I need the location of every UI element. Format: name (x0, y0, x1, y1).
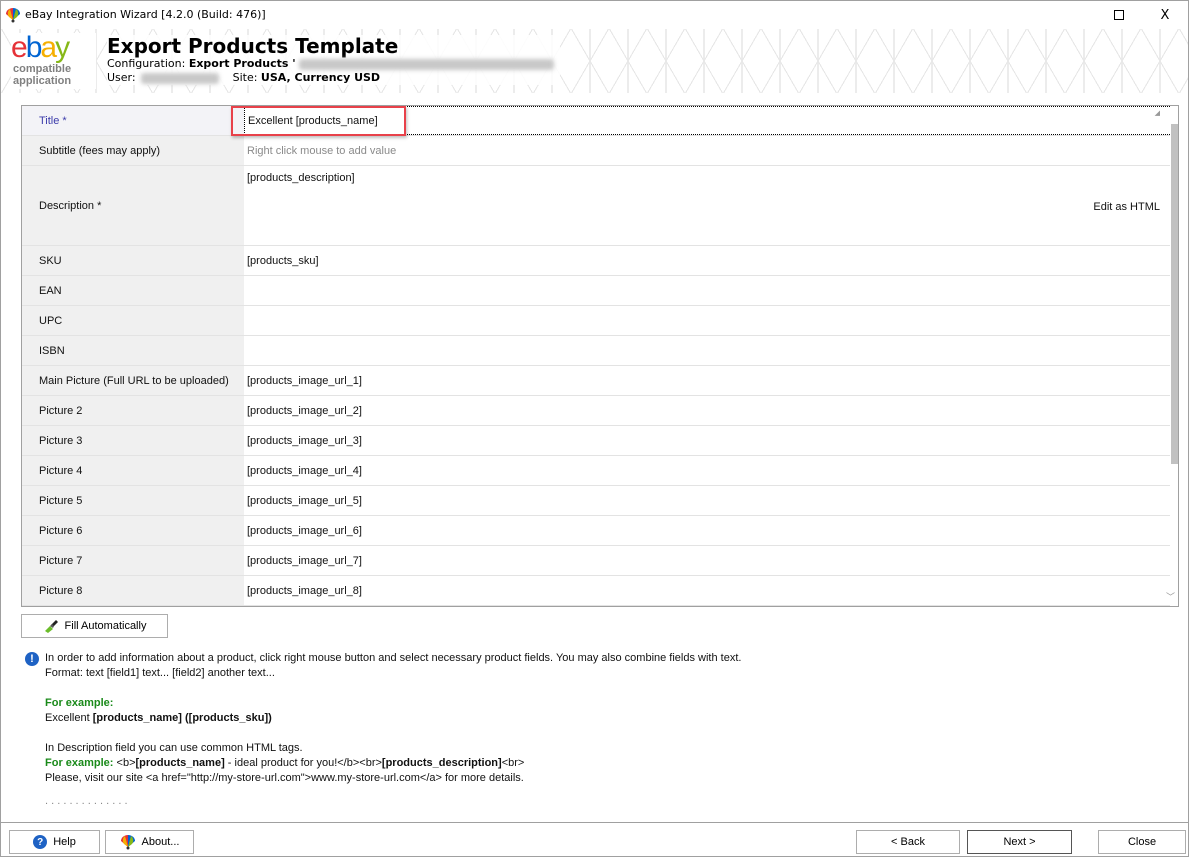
row-label: Main Picture (Full URL to be uploaded) (22, 366, 244, 395)
picture-8-field[interactable]: [products_image_url_8] (244, 576, 1172, 605)
row-label: Subtitle (fees may apply) (22, 136, 244, 165)
grid-row-upc[interactable]: UPC (22, 306, 1172, 336)
subtitle-field[interactable]: Right click mouse to add value (244, 136, 1172, 165)
paint-brush-icon (44, 620, 58, 633)
page-header: ebay compatible application Export Produ… (1, 29, 1188, 93)
redacted-configuration (299, 58, 555, 70)
picture-6-field[interactable]: [products_image_url_6] (244, 516, 1172, 545)
row-label: Picture 8 (22, 576, 244, 605)
truncated-line: . . . . . . . . . . . . . . (45, 795, 128, 806)
about-button[interactable]: About... (105, 830, 194, 854)
picture-2-field[interactable]: [products_image_url_2] (244, 396, 1172, 425)
fill-automatically-button[interactable]: Fill Automatically (21, 614, 168, 638)
main-picture-field[interactable]: [products_image_url_1] (244, 366, 1172, 395)
grid-row-picture-5[interactable]: Picture 5 [products_image_url_5] (22, 486, 1172, 516)
chevron-down-icon[interactable]: ﹀ (1166, 590, 1175, 603)
ean-field[interactable] (244, 276, 1172, 305)
sku-field[interactable]: [products_sku] (244, 246, 1172, 275)
grid-row-isbn[interactable]: ISBN (22, 336, 1172, 366)
isbn-field[interactable] (244, 336, 1172, 365)
back-button[interactable]: < Back (856, 830, 960, 854)
row-label: UPC (22, 306, 244, 335)
app-balloon-icon (120, 835, 135, 850)
title-bar: eBay Integration Wizard [4.2.0 (Build: 4… (1, 1, 1188, 29)
description-field[interactable]: [products_description] (244, 166, 1172, 245)
question-icon: ? (33, 835, 48, 849)
grid-row-picture-7[interactable]: Picture 7 [products_image_url_7] (22, 546, 1172, 576)
maximize-icon (1114, 10, 1124, 20)
row-label: Title * (22, 106, 244, 135)
row-label: ISBN (22, 336, 244, 365)
row-label: Picture 3 (22, 426, 244, 455)
picture-7-field[interactable]: [products_image_url_7] (244, 546, 1172, 575)
row-label: Picture 4 (22, 456, 244, 485)
grid-scrollbar[interactable]: ﹀ (1166, 106, 1178, 606)
window-title: eBay Integration Wizard [4.2.0 (Build: 4… (25, 8, 266, 21)
help-info-panel: ! In order to add information about a pr… (23, 651, 1173, 806)
configuration-value: Export Products ' (188, 57, 296, 70)
example-2-line-2: Please, visit our site <a href="http://m… (45, 772, 524, 784)
row-label: EAN (22, 276, 244, 305)
picture-3-field[interactable]: [products_image_url_3] (244, 426, 1172, 455)
grid-row-description[interactable]: Description * [products_description] Edi… (22, 166, 1172, 246)
logo-subtitle-1: compatible (13, 63, 72, 75)
site-value: USA, Currency USD (260, 71, 381, 84)
next-button[interactable]: Next > (967, 830, 1072, 854)
grid-row-subtitle[interactable]: Subtitle (fees may apply) Right click mo… (22, 136, 1172, 166)
footer-divider (1, 822, 1188, 823)
grid-row-picture-2[interactable]: Picture 2 [products_image_url_2] (22, 396, 1172, 426)
configuration-line: Configuration: Export Products ' (107, 57, 555, 71)
row-label: Picture 2 (22, 396, 244, 425)
ebay-logo-icon: ebay (11, 31, 70, 64)
grid-row-ean[interactable]: EAN (22, 276, 1172, 306)
title-field[interactable]: Excellent [products_name] (244, 106, 1172, 135)
row-label: Picture 7 (22, 546, 244, 575)
logo-subtitle-2: application (13, 75, 72, 87)
help-button[interactable]: ? Help (9, 830, 100, 854)
row-label: Picture 6 (22, 516, 244, 545)
info-line-2: Format: text [field1] text... [field2] a… (45, 667, 275, 679)
maximize-button[interactable] (1096, 1, 1142, 29)
ebay-compatible-logo: ebay compatible application (11, 33, 96, 89)
row-label: Picture 5 (22, 486, 244, 515)
grid-row-picture-6[interactable]: Picture 6 [products_image_url_6] (22, 516, 1172, 546)
example-2: For example: <b>[products_name] - ideal … (45, 757, 525, 769)
about-label: About... (141, 836, 180, 848)
info-line-1: In order to add information about a prod… (45, 652, 742, 664)
fill-automatically-label: Fill Automatically (64, 620, 147, 632)
grid-row-picture-3[interactable]: Picture 3 [products_image_url_3] (22, 426, 1172, 456)
scrollbar-thumb[interactable] (1171, 124, 1178, 464)
grid-row-main-picture[interactable]: Main Picture (Full URL to be uploaded) [… (22, 366, 1172, 396)
user-label: User: (107, 71, 136, 84)
edit-as-html-link[interactable]: Edit as HTML (1093, 201, 1160, 213)
grid-row-sku[interactable]: SKU [products_sku] (22, 246, 1172, 276)
app-balloon-icon (6, 8, 20, 23)
picture-5-field[interactable]: [products_image_url_5] (244, 486, 1172, 515)
grid-row-title[interactable]: Title * Excellent [products_name] ◢ (22, 106, 1172, 136)
close-window-button[interactable]: X (1142, 1, 1188, 29)
grid-row-picture-4[interactable]: Picture 4 [products_image_url_4] (22, 456, 1172, 486)
info-icon: ! (25, 652, 39, 666)
template-property-grid: Title * Excellent [products_name] ◢ Subt… (21, 105, 1179, 607)
help-label: Help (53, 836, 76, 848)
configuration-label: Configuration: (107, 57, 186, 70)
redacted-user (141, 72, 220, 84)
grid-row-picture-8[interactable]: Picture 8 [products_image_url_8] (22, 576, 1172, 606)
example-label: For example: (45, 697, 114, 709)
example-1: Excellent [products_name] ([products_sku… (45, 712, 272, 724)
row-label: Description * (22, 166, 244, 245)
description-note: In Description field you can use common … (45, 742, 303, 754)
page-title: Export Products Template (107, 34, 399, 58)
upc-field[interactable] (244, 306, 1172, 335)
resize-grip-icon[interactable]: ◢ (1155, 109, 1160, 117)
site-label: Site: (232, 71, 258, 84)
user-site-line: User: Site: USA, Currency USD (107, 71, 554, 85)
close-button[interactable]: Close (1098, 830, 1186, 854)
row-label: SKU (22, 246, 244, 275)
wizard-window: eBay Integration Wizard [4.2.0 (Build: 4… (0, 0, 1189, 857)
picture-4-field[interactable]: [products_image_url_4] (244, 456, 1172, 485)
